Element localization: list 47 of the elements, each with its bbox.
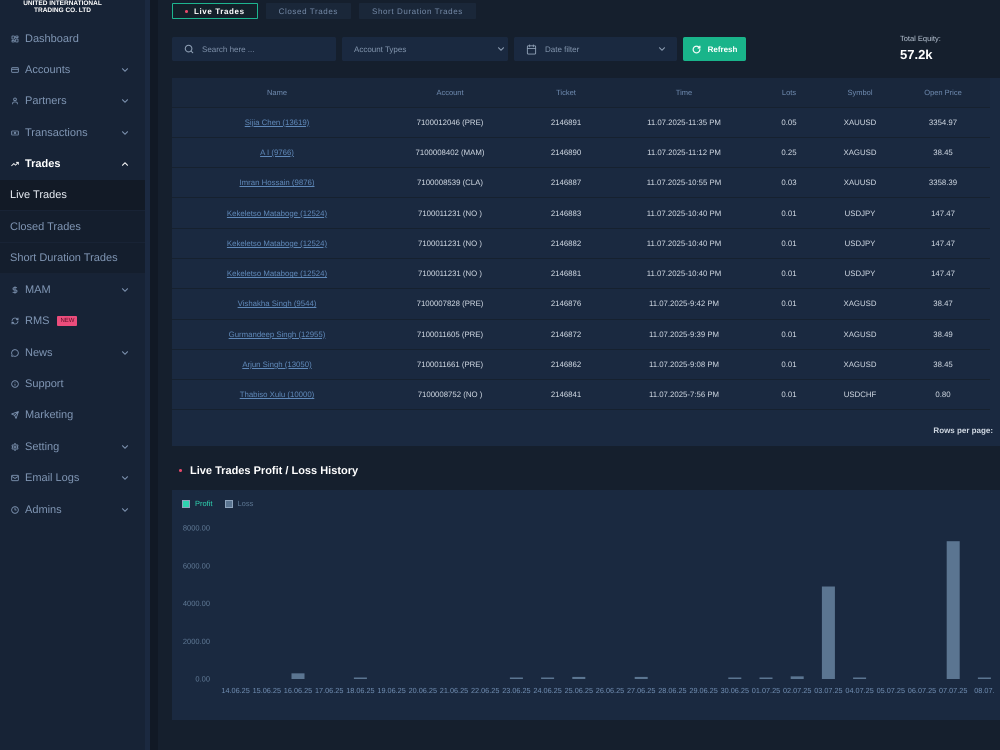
clock-icon [11, 506, 19, 514]
sidebar-subitem[interactable]: Live Trades [0, 180, 145, 212]
sidebar-item[interactable]: Setting [0, 431, 145, 462]
sidebar-item[interactable]: Email Logs [0, 462, 145, 494]
sidebar-item[interactable]: Trades [0, 148, 145, 180]
sidebar-item[interactable]: Marketing [0, 400, 145, 432]
search-icon [184, 44, 194, 54]
chart-bar [634, 676, 648, 679]
title-dot-icon [179, 469, 182, 472]
sidebar-item[interactable]: Transactions [0, 117, 145, 149]
paper-plane-icon [11, 411, 19, 420]
dollar-icon [11, 286, 19, 294]
sidebar-item[interactable]: Support [0, 368, 145, 400]
dashboard-icon [11, 34, 19, 43]
sidebar-item[interactable]: Partners [0, 86, 145, 118]
trend-line-icon [11, 160, 19, 168]
calendar-icon [526, 44, 537, 54]
sidebar-item[interactable]: News [0, 336, 145, 368]
settings-icon [11, 442, 19, 451]
banknote-icon [11, 128, 19, 137]
section-title: Live Trades Profit / Loss History [190, 464, 358, 476]
sidebar-subitem[interactable]: Short Duration Trades [0, 242, 145, 274]
card-icon [11, 66, 19, 74]
speech-bubble-icon [11, 348, 19, 357]
sidebar-item[interactable]: Dashboard [0, 23, 145, 54]
status-dot-icon [185, 10, 188, 12]
stat-value: 57.2k [900, 47, 934, 62]
date-field[interactable]: Date filter [514, 37, 677, 61]
refresh-icon [692, 44, 701, 54]
info-icon [11, 380, 19, 388]
rows-per-page-label: Rows per page: [933, 426, 993, 435]
sidebar-item[interactable]: Accounts [0, 54, 145, 86]
person-icon [11, 97, 19, 106]
envelope-icon [11, 474, 19, 482]
select-field[interactable]: Account Types [342, 37, 508, 61]
tab[interactable]: Live Trades [172, 3, 258, 19]
tab[interactable]: Closed Trades [266, 3, 352, 19]
refresh-icon [11, 317, 19, 326]
sidebar-item[interactable]: MAM [0, 274, 145, 306]
refresh-button[interactable]: Refresh [683, 37, 746, 61]
tab[interactable]: Short Duration Trades [359, 3, 476, 19]
chart-bar [292, 673, 304, 679]
chart-bar [790, 676, 804, 679]
chart-bar [572, 676, 586, 679]
sidebar-item[interactable]: Admins [0, 494, 145, 526]
sidebar-subitem[interactable]: Closed Trades [0, 211, 145, 243]
search-field[interactable]: Search here ... [172, 37, 336, 61]
